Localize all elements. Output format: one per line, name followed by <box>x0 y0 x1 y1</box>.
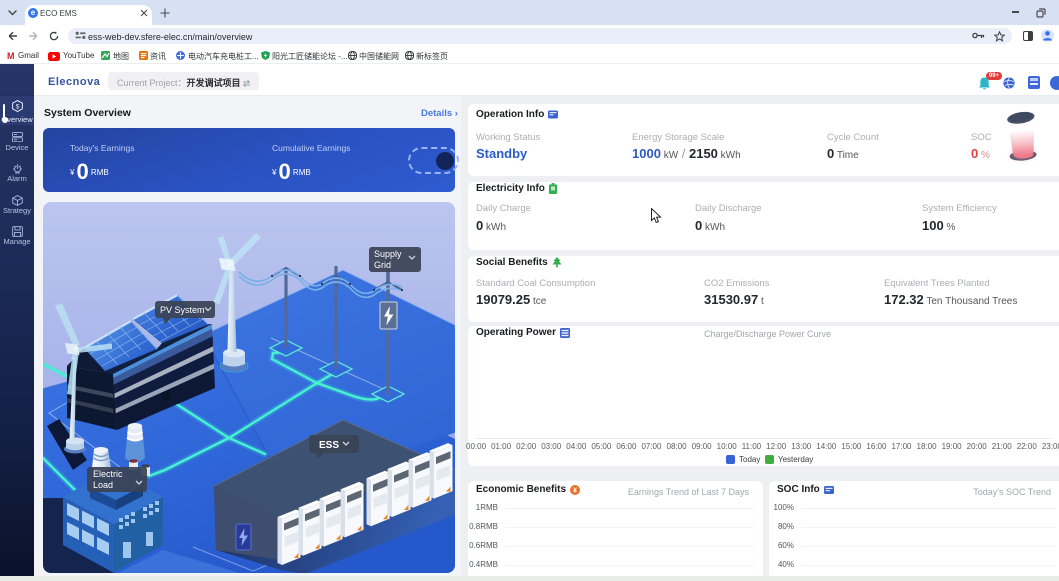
svg-text:PV System: PV System <box>160 305 205 315</box>
svg-text:Supply: Supply <box>374 249 402 259</box>
svg-text:ESS: ESS <box>319 440 339 451</box>
svg-text:$: $ <box>16 103 20 110</box>
svg-text:Electric: Electric <box>93 469 123 479</box>
svg-text:Grid: Grid <box>374 260 391 270</box>
svg-text:Load: Load <box>93 480 113 490</box>
